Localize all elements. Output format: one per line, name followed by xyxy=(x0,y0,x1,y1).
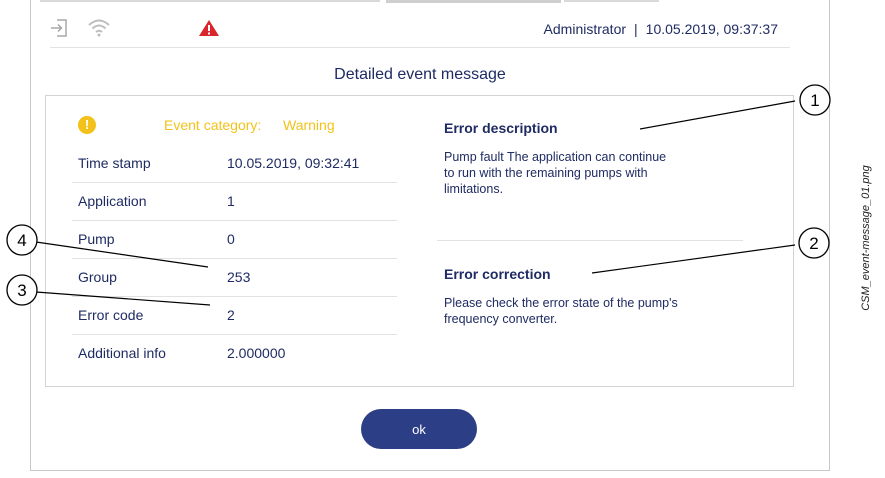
user-name: Administrator xyxy=(543,21,627,37)
table-row: Error code 2 xyxy=(72,297,397,335)
side-caption: CSM_event-message_01.png xyxy=(860,165,872,311)
alert-triangle-icon[interactable] xyxy=(198,19,220,42)
error-correction-heading: Error correction xyxy=(444,266,551,282)
status-separator: | xyxy=(634,21,638,37)
callout-number-4: 4 xyxy=(17,231,26,250)
row-label: Additional info xyxy=(78,345,166,361)
row-value: 1 xyxy=(227,193,235,209)
error-description-heading: Error description xyxy=(444,120,558,136)
error-correction-text: Please check the error state of the pump… xyxy=(444,295,754,327)
top-border xyxy=(30,0,828,3)
text-line: Pump fault The application can continue xyxy=(444,150,667,164)
text-line: Please check the error state of the pump… xyxy=(444,296,678,310)
status-datetime: 10.05.2019, 09:37:37 xyxy=(645,21,778,37)
status-divider xyxy=(50,47,790,48)
error-description: Error description Pump fault The applica… xyxy=(444,120,754,197)
row-label: Group xyxy=(78,269,117,285)
text-line: frequency converter. xyxy=(444,312,558,326)
wifi-icon xyxy=(87,17,111,42)
warning-icon: ! xyxy=(78,116,96,134)
table-row: Group 253 xyxy=(72,259,397,297)
error-description-text: Pump fault The application can continue … xyxy=(444,149,754,197)
row-label: Pump xyxy=(78,231,115,247)
table-row: Application 1 xyxy=(72,183,397,221)
row-value: 10.05.2019, 09:32:41 xyxy=(227,155,360,171)
status-info: Administrator | 10.05.2019, 09:37:37 xyxy=(544,21,778,37)
row-value: 2.000000 xyxy=(227,345,286,361)
row-value: 2 xyxy=(227,307,235,323)
dialog-title: Detailed event message xyxy=(334,66,506,83)
login-icon[interactable] xyxy=(50,18,68,43)
status-bar: Administrator | 10.05.2019, 09:37:37 xyxy=(50,12,790,46)
category-label: Event category: xyxy=(164,117,262,133)
section-divider xyxy=(437,240,743,241)
event-details-table: Time stamp 10.05.2019, 09:32:41 Applicat… xyxy=(72,145,397,372)
row-label: Error code xyxy=(78,307,144,323)
text-line: to run with the remaining pumps with xyxy=(444,166,648,180)
row-label: Time stamp xyxy=(78,155,151,171)
table-row: Pump 0 xyxy=(72,221,397,259)
row-value: 0 xyxy=(227,231,235,247)
category-value: Warning xyxy=(283,117,335,133)
error-correction: Error correction Please check the error … xyxy=(444,266,754,327)
row-value: 253 xyxy=(227,269,251,285)
table-row: Additional info 2.000000 xyxy=(72,335,397,372)
row-label: Application xyxy=(78,193,147,209)
event-category: ! Event category: Warning xyxy=(78,116,398,134)
table-row: Time stamp 10.05.2019, 09:32:41 xyxy=(72,145,397,183)
callout-number-3: 3 xyxy=(17,281,26,300)
ok-button[interactable]: ok xyxy=(361,409,477,449)
text-line: limitations. xyxy=(444,182,504,196)
